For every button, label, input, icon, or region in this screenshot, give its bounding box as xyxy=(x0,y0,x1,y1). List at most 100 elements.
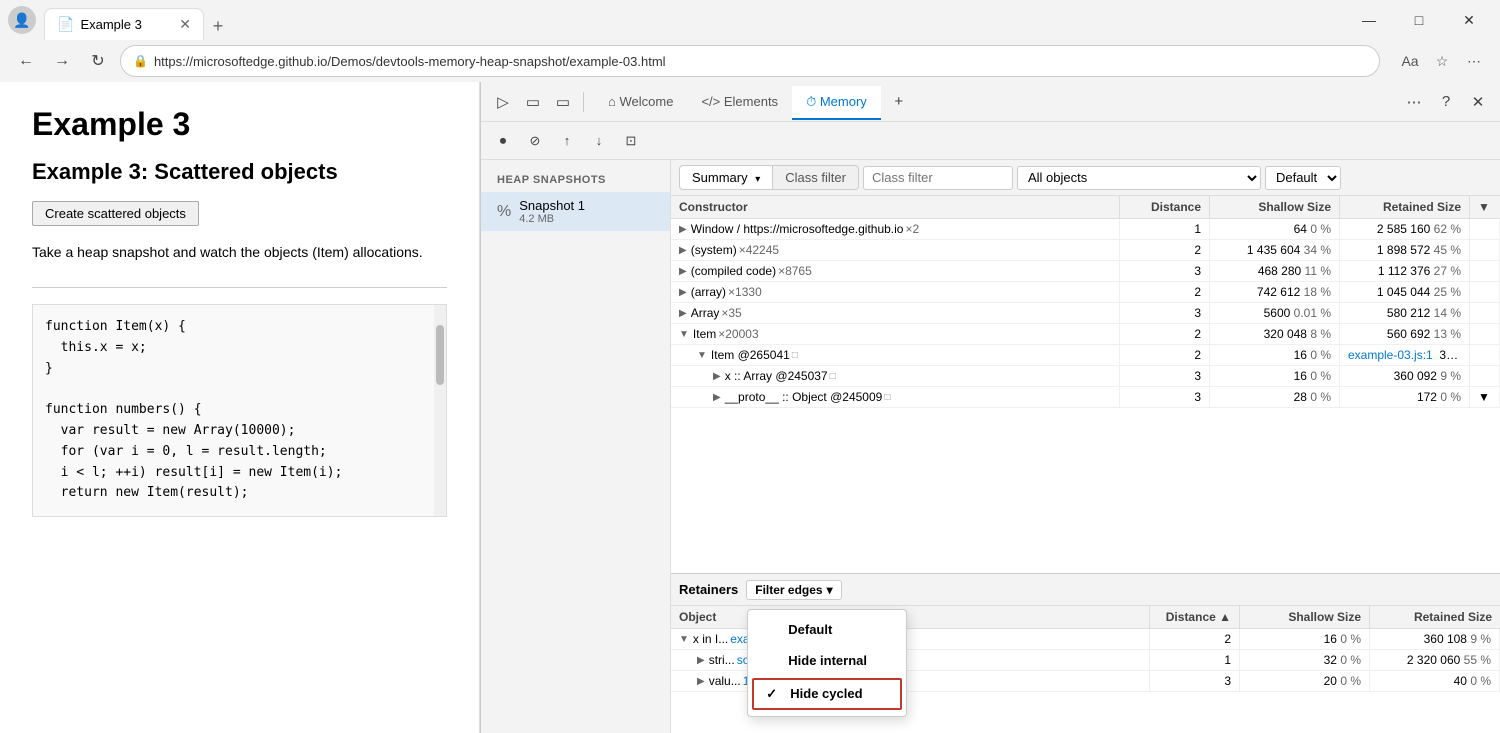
tab-memory-label: Memory xyxy=(820,94,867,109)
copy-icon[interactable]: □ xyxy=(884,392,890,403)
profile-name: Snapshot 1 xyxy=(519,198,654,213)
source-link[interactable]: example-03.js:1 xyxy=(1348,348,1433,362)
load-button[interactable]: ↓ xyxy=(585,127,613,155)
copy-icon[interactable]: □ xyxy=(792,350,798,361)
new-tab-button[interactable]: + xyxy=(204,12,232,40)
retainer-retained-header: Retained Size xyxy=(1370,606,1500,628)
devtools-more-button[interactable]: ⋯ xyxy=(1400,88,1428,116)
table-header: Constructor Distance Shallow Size Retain… xyxy=(671,196,1500,219)
retainers-section: Retainers Filter edges ▾ Default xyxy=(671,573,1500,733)
expand-icon[interactable]: ▶ xyxy=(679,308,687,319)
retainer-object-cell: ▶ stri... softedge.github.: xyxy=(671,650,1150,670)
dropdown-item-hide-cycled[interactable]: ✓ Hide cycled xyxy=(752,678,902,710)
expand-icon[interactable]: ▶ xyxy=(713,392,721,403)
copy-icon[interactable]: □ xyxy=(830,371,836,382)
table-row: ▶ __proto__ :: Object @245009 □ 3 28 0 %… xyxy=(671,387,1500,408)
maximize-button[interactable]: □ xyxy=(1396,4,1442,36)
devtools-content: HEAP SNAPSHOTS % Snapshot 1 4.2 MB xyxy=(481,160,1500,733)
devtools-help-button[interactable]: ? xyxy=(1432,88,1460,116)
expand-icon[interactable]: ▶ xyxy=(679,245,687,256)
url-text: https://microsoftedge.github.io/Demos/de… xyxy=(154,54,666,69)
expand-icon[interactable]: ▶ xyxy=(697,655,705,666)
inspect-element-button[interactable]: ▷ xyxy=(489,88,517,116)
distance-sort-header[interactable]: Distance ▲ xyxy=(1150,606,1240,628)
tab-bar: 📄 Example 3 ✕ + xyxy=(44,0,1338,40)
browser-window: 👤 📄 Example 3 ✕ + — □ ✕ ← → ↻ 🔒 https://… xyxy=(0,0,1500,733)
tab-welcome[interactable]: ⌂ Welcome xyxy=(594,86,687,117)
filter-edges-button[interactable]: Filter edges ▾ Default xyxy=(746,580,841,600)
forward-button[interactable]: → xyxy=(48,47,76,75)
retainer-shallow-header: Shallow Size xyxy=(1240,606,1370,628)
tab-icon: 📄 xyxy=(57,16,74,33)
webpage-content: Example 3 Example 3: Scattered objects C… xyxy=(0,82,480,733)
tab-elements[interactable]: </> Elements xyxy=(687,86,792,117)
code-scrollbar-thumb xyxy=(436,325,444,385)
add-tab-button[interactable]: + xyxy=(885,88,913,116)
tab-memory[interactable]: ⏱ Memory xyxy=(792,86,881,120)
memory-toolbar: ⏺ ⊘ ↑ ↓ ⊡ xyxy=(481,122,1500,160)
retainer-object-cell: ▶ valu... 1 @265045 xyxy=(671,671,1150,691)
filter-header: ▼ xyxy=(1470,196,1500,218)
url-bar[interactable]: 🔒 https://microsoftedge.github.io/Demos/… xyxy=(120,45,1380,77)
code-scrollbar[interactable] xyxy=(434,305,446,516)
divider xyxy=(32,287,447,288)
class-filter-input[interactable] xyxy=(863,166,1013,190)
summary-button[interactable]: ⊡ xyxy=(617,127,645,155)
device-toolbar-button[interactable]: ▭ xyxy=(519,88,547,116)
filter-select[interactable]: All objects Objects allocated before Sna… xyxy=(1017,166,1261,190)
profile-item-snapshot1[interactable]: % Snapshot 1 4.2 MB xyxy=(481,192,670,231)
minimize-button[interactable]: — xyxy=(1346,4,1392,36)
code-block: function Item(x) { this.x = x; } functio… xyxy=(32,304,447,517)
lock-icon: 🔒 xyxy=(133,54,148,68)
tab-close-btn[interactable]: ✕ xyxy=(179,16,191,33)
close-button[interactable]: ✕ xyxy=(1446,4,1492,36)
window-controls-left: 👤 xyxy=(8,6,36,34)
dropdown-item-default[interactable]: Default xyxy=(748,614,906,645)
expand-icon[interactable]: ▶ xyxy=(679,287,687,298)
dock-button[interactable]: ▭ xyxy=(549,88,577,116)
main-area: Example 3 Example 3: Scattered objects C… xyxy=(0,82,1500,733)
page-description: Take a heap snapshot and watch the objec… xyxy=(32,242,447,263)
back-button[interactable]: ← xyxy=(12,47,40,75)
expand-icon[interactable]: ▶ xyxy=(679,224,687,235)
toolbar-separator xyxy=(583,92,584,112)
title-bar: 👤 📄 Example 3 ✕ + — □ ✕ xyxy=(0,0,1500,40)
browser-tab[interactable]: 📄 Example 3 ✕ xyxy=(44,8,204,40)
favorites-button[interactable]: ☆ xyxy=(1428,47,1456,75)
constructor-cell: ▶ (system) ×42245 xyxy=(671,240,1120,260)
devtools-close-button[interactable]: ✕ xyxy=(1464,88,1492,116)
read-aloud-button[interactable]: Aa xyxy=(1396,47,1424,75)
address-bar: ← → ↻ 🔒 https://microsoftedge.github.io/… xyxy=(0,40,1500,82)
expand-icon[interactable]: ▶ xyxy=(697,676,705,687)
dropdown-item-hide-internal[interactable]: Hide internal xyxy=(748,645,906,676)
default-select[interactable]: Default xyxy=(1265,166,1341,190)
table-row: ▶ x :: Array @245037 □ 3 16 0 % 360 092 … xyxy=(671,366,1500,387)
devtools-tabs: ⌂ Welcome </> Elements ⏱ Memory + xyxy=(590,82,1398,122)
retainer-object-cell: ▼ x in I... example-03.js:1 xyxy=(671,629,1150,649)
constructor-cell: ▶ (array) ×1330 xyxy=(671,282,1120,302)
collect-garbage-button[interactable]: ↑ xyxy=(553,127,581,155)
class-filter-view-tab[interactable]: Class filter xyxy=(773,165,859,190)
window-controls: — □ ✕ xyxy=(1346,4,1492,36)
object-header: Object xyxy=(671,606,1150,628)
expand-icon[interactable]: ▶ xyxy=(679,266,687,277)
snapshot-header: Summary ▾ Class filter All objects Objec… xyxy=(671,160,1500,196)
browser-menu-button[interactable]: ⋯ xyxy=(1460,47,1488,75)
expand-icon[interactable]: ▶ xyxy=(713,371,721,382)
retainers-label: Retainers xyxy=(679,582,738,597)
avatar: 👤 xyxy=(8,6,36,34)
expand-icon[interactable]: ▼ xyxy=(697,350,707,361)
expand-icon[interactable]: ▼ xyxy=(679,634,689,645)
filter-edges-dropdown: Default Hide internal ✓ Hide cycled xyxy=(747,609,907,717)
summary-view-tab[interactable]: Summary ▾ xyxy=(679,165,773,190)
table-row: ▶ Window / https://microsoftedge.github.… xyxy=(671,219,1500,240)
expand-icon[interactable]: ▼ xyxy=(679,329,689,340)
create-scattered-objects-button[interactable]: Create scattered objects xyxy=(32,201,199,226)
record-heap-snapshot-button[interactable]: ⏺ xyxy=(489,127,517,155)
refresh-button[interactable]: ↻ xyxy=(84,47,112,75)
constructor-cell: ▶ x :: Array @245037 □ xyxy=(671,366,1120,386)
address-bar-actions: Aa ☆ ⋯ xyxy=(1396,47,1488,75)
code-text: function Item(x) { this.x = x; } functio… xyxy=(45,317,434,504)
tab-welcome-label: Welcome xyxy=(619,94,673,109)
clear-profiles-button[interactable]: ⊘ xyxy=(521,127,549,155)
